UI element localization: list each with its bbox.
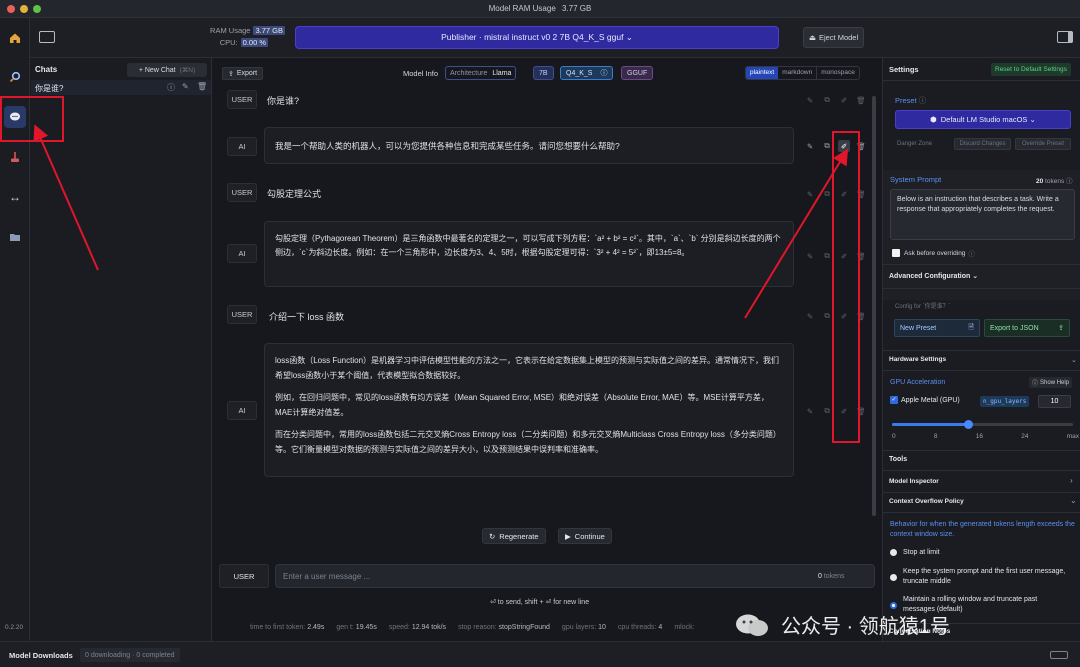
annotation-arrows <box>33 124 849 319</box>
